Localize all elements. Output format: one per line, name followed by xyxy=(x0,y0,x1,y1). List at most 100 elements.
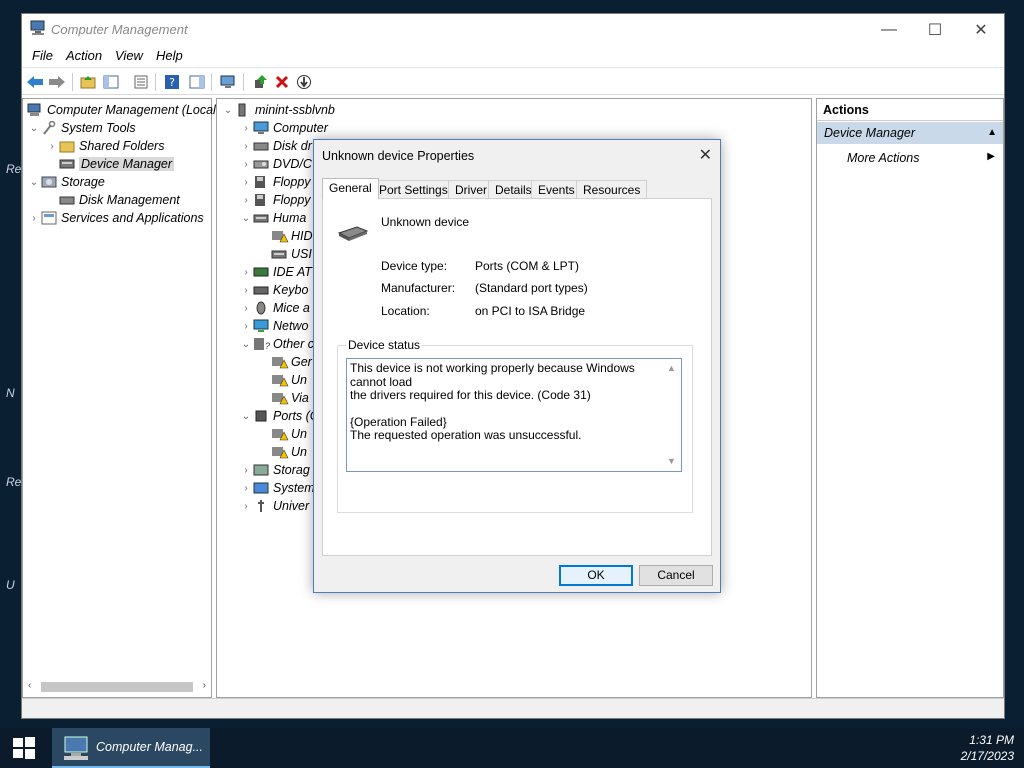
tree-item-services-applications[interactable]: › Services and Applications xyxy=(27,209,204,227)
device-tree-item[interactable]: › Floppy xyxy=(239,191,310,209)
device-tree-item[interactable]: › IDE AT xyxy=(239,263,312,281)
hid-icon xyxy=(271,247,287,261)
disable-device-icon[interactable] xyxy=(294,72,314,92)
minimize-button[interactable]: — xyxy=(866,14,912,45)
menu-view[interactable]: View xyxy=(115,48,143,63)
device-manager-icon xyxy=(59,157,75,171)
device-tree-item[interactable]: Un xyxy=(257,371,307,389)
action-pane-icon[interactable] xyxy=(187,72,207,92)
chevron-down-icon[interactable]: ⌄ xyxy=(221,105,235,116)
device-tree-item[interactable]: › Mice a xyxy=(239,299,310,317)
actions-device-manager-section[interactable]: Device Manager ▲ xyxy=(817,122,1003,144)
chevron-down-icon[interactable]: ⌄ xyxy=(239,213,253,224)
chevron-right-icon[interactable]: › xyxy=(239,159,253,170)
device-tree-item[interactable]: USI xyxy=(257,245,312,263)
tree-item-system-tools[interactable]: ⌄ System Tools xyxy=(27,119,136,137)
chevron-down-icon[interactable]: ⌄ xyxy=(27,177,41,188)
tab-events[interactable]: Events xyxy=(531,180,582,198)
chevron-right-icon[interactable]: › xyxy=(239,141,253,152)
system-clock[interactable]: 1:31 PM 2/17/2023 xyxy=(961,732,1014,764)
tree-item-shared-folders[interactable]: › Shared Folders xyxy=(45,137,164,155)
chevron-right-icon[interactable]: › xyxy=(239,321,253,332)
chevron-right-icon[interactable]: › xyxy=(239,285,253,296)
chevron-right-icon[interactable]: › xyxy=(239,303,253,314)
keyboard-icon xyxy=(253,283,269,297)
properties-icon[interactable] xyxy=(131,72,151,92)
chevron-down-icon[interactable]: ⌄ xyxy=(239,339,253,350)
update-driver-icon[interactable] xyxy=(250,72,270,92)
back-icon[interactable] xyxy=(25,72,45,92)
collapse-icon[interactable]: ▲ xyxy=(987,127,997,138)
device-tree-item[interactable]: › Keybo xyxy=(239,281,308,299)
tree-item-storage[interactable]: ⌄ Storage xyxy=(27,173,105,191)
menu-action[interactable]: Action xyxy=(66,48,102,63)
chevron-right-icon[interactable]: › xyxy=(239,177,253,188)
taskbar-item-computer-management[interactable]: Computer Manag... xyxy=(52,728,210,768)
submenu-arrow-icon: ▶ xyxy=(987,151,995,162)
ok-button[interactable]: OK xyxy=(559,565,633,586)
more-actions-link[interactable]: More Actions xyxy=(847,151,919,165)
chevron-down-icon[interactable]: ⌄ xyxy=(27,123,41,134)
chevron-right-icon[interactable]: › xyxy=(239,123,253,134)
horizontal-scrollbar[interactable]: ‹ › xyxy=(25,679,209,695)
start-button[interactable] xyxy=(0,728,48,768)
device-tree-item[interactable]: › Computer xyxy=(239,119,328,137)
help-icon[interactable]: ? xyxy=(162,72,182,92)
menu-help[interactable]: Help xyxy=(156,48,183,63)
show-hide-tree-icon[interactable] xyxy=(101,72,121,92)
svg-text:?: ? xyxy=(265,341,270,351)
uninstall-device-icon[interactable] xyxy=(272,72,292,92)
scroll-right-icon[interactable]: › xyxy=(203,680,206,691)
device-tree-item[interactable]: › Disk dr xyxy=(239,137,312,155)
up-folder-icon[interactable] xyxy=(78,72,98,92)
chevron-right-icon[interactable]: › xyxy=(27,213,41,224)
tree-item-computer-management[interactable]: Computer Management (Local xyxy=(27,101,216,119)
device-tree-item[interactable]: Via xyxy=(257,389,309,407)
device-tree-item[interactable]: ⌄? Other c xyxy=(239,335,314,353)
device-status-textbox[interactable]: This device is not working properly beca… xyxy=(346,358,682,472)
chevron-right-icon[interactable]: › xyxy=(239,501,253,512)
scroll-up-icon[interactable]: ▲ xyxy=(667,362,676,376)
menu-file[interactable]: File xyxy=(32,48,53,63)
device-tree-item[interactable]: Un xyxy=(257,443,307,461)
scroll-left-icon[interactable]: ‹ xyxy=(28,680,31,691)
device-tree-item[interactable]: › Storag xyxy=(239,461,310,479)
device-tree-root[interactable]: ⌄ minint-ssblvnb xyxy=(221,101,335,119)
tree-item-label: USI xyxy=(291,247,312,261)
window-title: Computer Management xyxy=(51,22,188,37)
chevron-right-icon[interactable]: › xyxy=(239,465,253,476)
cancel-button[interactable]: Cancel xyxy=(639,565,713,586)
title-bar[interactable]: Computer Management — ☐ ✕ xyxy=(22,14,1004,45)
tab-resources[interactable]: Resources xyxy=(576,180,648,198)
close-button[interactable]: ✕ xyxy=(958,14,1004,45)
device-tree-item[interactable]: Ger xyxy=(257,353,312,371)
chevron-right-icon[interactable]: › xyxy=(239,483,253,494)
device-tree-item[interactable]: › Univer xyxy=(239,497,309,515)
tree-item-device-manager[interactable]: Device Manager xyxy=(59,155,175,173)
tree-item-label: Un xyxy=(291,373,307,387)
device-tree-item[interactable]: › Netwo xyxy=(239,317,308,335)
maximize-button[interactable]: ☐ xyxy=(912,14,958,45)
forward-icon[interactable] xyxy=(47,72,67,92)
tree-item-label: Services and Applications xyxy=(61,211,204,225)
chevron-right-icon[interactable]: › xyxy=(239,267,253,278)
dialog-close-icon[interactable]: ✕ xyxy=(699,145,712,165)
vertical-scrollbar[interactable]: ▲ ▼ xyxy=(664,360,680,470)
device-tree-item[interactable]: › Floppy xyxy=(239,173,310,191)
scrollbar-thumb[interactable] xyxy=(41,682,193,692)
device-tree-item[interactable]: › DVD/C xyxy=(239,155,312,173)
chevron-down-icon[interactable]: ⌄ xyxy=(239,411,253,422)
scroll-down-icon[interactable]: ▼ xyxy=(667,455,676,469)
device-tree-item[interactable]: › System xyxy=(239,479,314,497)
tab-port-settings[interactable]: Port Settings xyxy=(372,180,455,198)
tree-item-disk-management[interactable]: Disk Management xyxy=(59,191,180,209)
chevron-right-icon[interactable]: › xyxy=(239,195,253,206)
general-tab-panel: Unknown device Device type: Ports (COM &… xyxy=(322,198,712,556)
chevron-right-icon[interactable]: › xyxy=(45,141,59,152)
tab-general[interactable]: General xyxy=(322,178,379,199)
device-tree-item[interactable]: Un xyxy=(257,425,307,443)
scan-hardware-icon[interactable] xyxy=(218,72,238,92)
device-tree-item[interactable]: HID xyxy=(257,227,313,245)
device-tree-item[interactable]: ⌄ Ports (C xyxy=(239,407,319,425)
device-tree-item[interactable]: ⌄ Huma xyxy=(239,209,307,227)
